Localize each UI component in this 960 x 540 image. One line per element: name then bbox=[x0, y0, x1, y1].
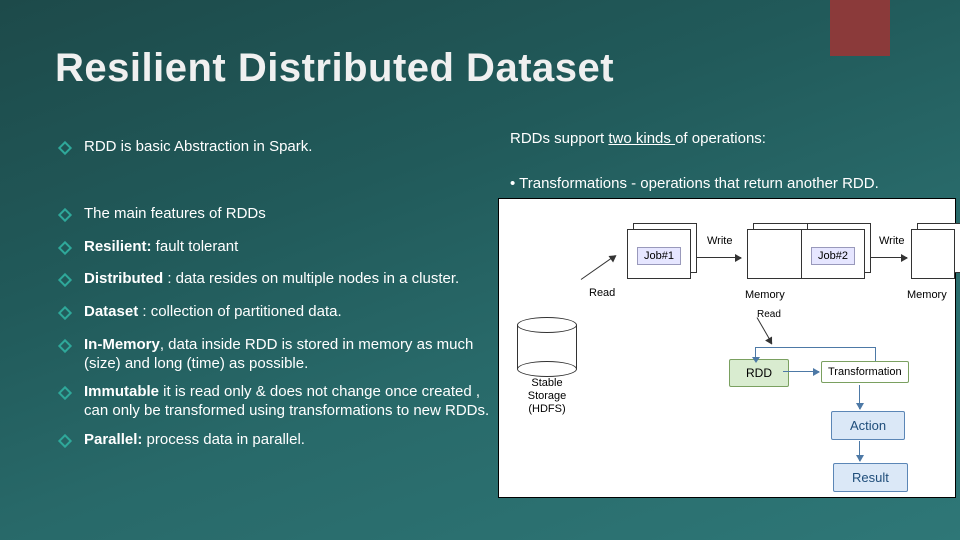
term: Dataset bbox=[84, 303, 138, 320]
term: Resilient: bbox=[84, 238, 152, 255]
bullet-abstraction: RDD is basic Abstraction in Spark. bbox=[60, 138, 490, 157]
hdfs-cylinder-icon bbox=[517, 317, 577, 377]
arrow-icon bbox=[859, 385, 860, 409]
rdd-diagram: StableStorage(HDFS) Read Job#1 Write Mem… bbox=[498, 198, 956, 498]
arrow-icon bbox=[871, 257, 907, 258]
diamond-icon bbox=[58, 208, 72, 222]
page-title: Resilient Distributed Dataset bbox=[55, 46, 614, 91]
bullet-text: Resilient: fault tolerant bbox=[84, 238, 238, 257]
accent-bar bbox=[830, 0, 890, 56]
rdd-transformations-line: • Transformations - operations that retu… bbox=[510, 175, 950, 192]
diamond-icon bbox=[58, 141, 72, 155]
right-column: RDDs support two kinds of operations: • … bbox=[510, 130, 950, 192]
arrow-icon bbox=[697, 257, 741, 258]
left-column: RDD is basic Abstraction in Spark. The m… bbox=[60, 138, 490, 464]
bullet-features-header: The main features of RDDs bbox=[60, 205, 490, 224]
bullet-text: Immutable it is read only & does not cha… bbox=[84, 383, 490, 421]
arrow-icon bbox=[757, 317, 773, 343]
bullet-text: Dataset : collection of partitioned data… bbox=[84, 303, 342, 322]
diamond-icon bbox=[58, 339, 72, 353]
diamond-icon bbox=[58, 386, 72, 400]
flowchart-action-box: Action bbox=[831, 411, 905, 440]
text: RDDs support bbox=[510, 130, 608, 147]
bullet-text: In-Memory, data inside RDD is stored in … bbox=[84, 336, 490, 374]
text: of operations: bbox=[675, 130, 766, 147]
bullet-text: The main features of RDDs bbox=[84, 205, 266, 224]
bullet-dataset: Dataset : collection of partitioned data… bbox=[60, 303, 490, 322]
bullet-distributed: Distributed : data resides on multiple n… bbox=[60, 270, 490, 289]
arrow-icon bbox=[581, 255, 616, 280]
definition: : collection of partitioned data. bbox=[138, 303, 341, 320]
write-label-2: Write bbox=[879, 235, 904, 247]
job2-label: Job#2 bbox=[811, 247, 855, 265]
arrow-segment bbox=[875, 347, 876, 361]
term: Parallel: bbox=[84, 431, 142, 448]
bullet-parallel: Parallel: process data in parallel. bbox=[60, 431, 490, 450]
definition: fault tolerant bbox=[152, 238, 239, 255]
arrowhead-icon bbox=[752, 357, 760, 363]
bullet-text: Parallel: process data in parallel. bbox=[84, 431, 305, 450]
definition: : data resides on multiple nodes in a cl… bbox=[163, 270, 459, 287]
bullet-text: RDD is basic Abstraction in Spark. bbox=[84, 138, 312, 157]
flowchart-result-box: Result bbox=[833, 463, 908, 492]
diamond-icon bbox=[58, 306, 72, 320]
slide: Resilient Distributed Dataset RDD is bas… bbox=[0, 0, 960, 540]
term: Immutable bbox=[84, 383, 159, 400]
rdd-operations-intro: RDDs support two kinds of operations: bbox=[510, 130, 950, 147]
arrow-segment bbox=[755, 347, 875, 348]
definition: process data in parallel. bbox=[142, 431, 305, 448]
read-label: Read bbox=[589, 287, 615, 299]
diamond-icon bbox=[58, 240, 72, 254]
term: In-Memory bbox=[84, 336, 160, 353]
memory-label-2: Memory bbox=[907, 289, 947, 301]
memory-label-1: Memory bbox=[745, 289, 785, 301]
arrow-icon bbox=[783, 371, 819, 372]
flowchart-transformation-box: Transformation bbox=[821, 361, 909, 383]
diamond-icon bbox=[58, 434, 72, 448]
text-underline: two kinds bbox=[608, 130, 675, 147]
read-label-2: Read bbox=[757, 309, 781, 320]
term: Distributed bbox=[84, 270, 163, 287]
bullet-inmemory: In-Memory, data inside RDD is stored in … bbox=[60, 336, 490, 374]
diamond-icon bbox=[58, 273, 72, 287]
bullet-immutable: Immutable it is read only & does not cha… bbox=[60, 383, 490, 421]
arrow-icon bbox=[859, 441, 860, 461]
bullet-text: Distributed : data resides on multiple n… bbox=[84, 270, 459, 289]
job1-label: Job#1 bbox=[637, 247, 681, 265]
write-label-1: Write bbox=[707, 235, 732, 247]
bullet-resilient: Resilient: fault tolerant bbox=[60, 238, 490, 257]
hdfs-label: StableStorage(HDFS) bbox=[509, 377, 585, 417]
flowchart-rdd-box: RDD bbox=[729, 359, 789, 387]
